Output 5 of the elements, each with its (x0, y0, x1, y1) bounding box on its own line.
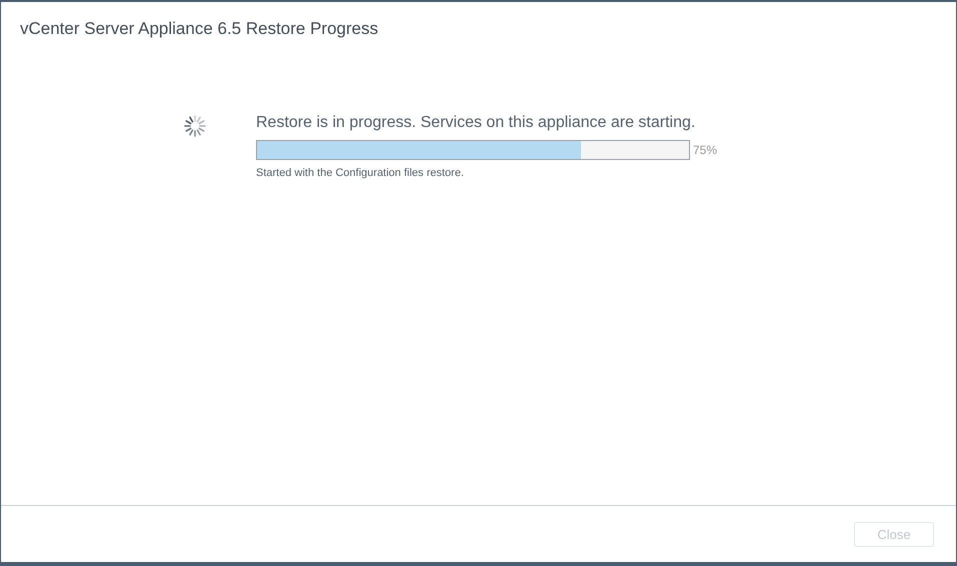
window-title: vCenter Server Appliance 6.5 Restore Progress (20, 19, 378, 38)
progress-detail: Started with the Configuration files restore. (256, 167, 465, 179)
progress-percent: 75% (693, 143, 718, 157)
loading-spinner-icon (184, 115, 206, 137)
status-message: Restore is in progress. Services on this appliance are starting. (256, 113, 696, 133)
